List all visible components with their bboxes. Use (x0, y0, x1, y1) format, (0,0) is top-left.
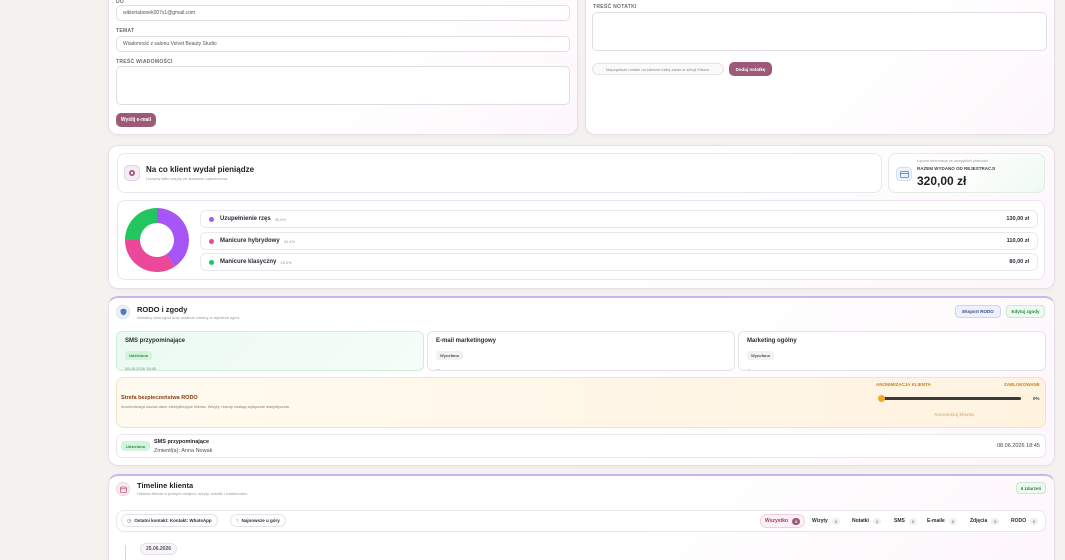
total-hint: Łączne informacje ze wszystkich płatnośc… (917, 159, 989, 163)
total-value: 320,00 zł (917, 174, 967, 188)
history-date: 08.06.2026 18:45 (997, 443, 1040, 449)
note-label: TREŚĆ NOTATKI (593, 4, 637, 10)
history-changed-by: Zmienił(a): Anna Nowak (154, 448, 213, 454)
consent-history-row (116, 434, 1046, 458)
filter-count: 2 (872, 517, 882, 525)
rodo-subtitle: Aktualny stan zgód oraz ostatnie zmiany … (137, 315, 240, 320)
consent-date: — (436, 366, 440, 371)
category-row: Manicure klasyczny 25,0% 80,00 zł (200, 253, 1038, 271)
filter-tab-photos[interactable]: Zdjęcia 0 (970, 514, 1000, 528)
filter-tab-sms[interactable]: SMS 0 (894, 514, 918, 528)
consent-date: — (747, 366, 751, 371)
category-name: Manicure hybrydowy (220, 238, 280, 244)
anon-progress-handle[interactable] (878, 395, 885, 402)
category-amount: 110,00 zł (1006, 238, 1029, 244)
last-contact-label: Ostatni kontakt: Kontakt: WhatsApp (134, 518, 212, 523)
filter-tab-notes[interactable]: Notatki 2 (852, 514, 882, 528)
email-message-textarea[interactable] (116, 66, 570, 105)
timeline-line (125, 545, 126, 560)
timeline-subtitle: Historia klienta w jednym miejscu: wizyt… (137, 491, 248, 496)
anonymize-button[interactable]: Anonimizuj klienta (934, 412, 974, 417)
email-to-field[interactable]: wiktoriabonek007x1@gmail.com (116, 5, 570, 21)
consent-status-badge: Udzielona (125, 351, 152, 360)
spending-title: Na co klient wydał pieniądze (146, 165, 255, 174)
email-message-label: TREŚĆ WIADOMOŚCI (116, 59, 173, 65)
consent-status-badge: Wycofana (436, 351, 463, 360)
total-label: RAZEM WYDANO OD REJESTRACJI (917, 166, 996, 171)
edit-consents-button[interactable]: Edytuj zgody (1006, 305, 1045, 318)
filter-count: 0 (948, 517, 958, 525)
anon-progress-value: 0% (1033, 396, 1040, 401)
filter-tab-rodo[interactable]: RODO 0 (1011, 514, 1039, 528)
consent-status-badge: Wycofana (747, 351, 774, 360)
category-color-dot (209, 259, 214, 265)
card-icon (896, 167, 912, 181)
last-contact-chip: ◷ Ostatni kontakt: Kontakt: WhatsApp (121, 514, 218, 527)
note-hint: Najczęstsze notatki na kliencie trafią z… (592, 63, 724, 75)
history-title: SMS przypominające (154, 439, 210, 445)
anon-progress-track (880, 397, 1021, 400)
consent-card: SMS przypominające Udzielona 08.06.2026 … (116, 331, 424, 371)
filter-label: SMS (894, 518, 905, 524)
note-textarea[interactable] (592, 12, 1047, 51)
category-name: Uzupełnienie rzęs (220, 216, 271, 222)
filter-label: E-maile (927, 518, 945, 524)
spending-donut-chart (125, 208, 189, 272)
email-subject-field[interactable]: Wiadomość z salonu Velvet Beauty Studio (116, 36, 570, 52)
filter-tab-visits[interactable]: Wizyty 4 (812, 514, 841, 528)
filter-tab-all[interactable]: Wszystko 6 (760, 514, 806, 528)
consent-card: E-mail marketingowy Wycofana — (427, 331, 735, 371)
filter-count: 0 (1030, 517, 1039, 525)
filter-label: Wszystko (765, 518, 789, 524)
donut-slice-3 (125, 208, 157, 240)
timeline-date-marker: 25.06.2026 (140, 543, 178, 555)
safety-title: Strefa bezpieczeństwa RODO (121, 395, 198, 401)
filter-label: RODO (1011, 518, 1026, 524)
consent-date: 08.06.2026 18:45 (125, 366, 157, 371)
timeline-count-badge: 6 zdarzeń (1016, 482, 1046, 494)
filter-count: 0 (991, 517, 1000, 525)
send-email-button[interactable]: Wyślij e-mail (116, 113, 156, 127)
category-color-dot (209, 238, 214, 244)
sort-label: Najnowsze u góry (241, 518, 280, 523)
filter-label: Zdjęcia (970, 518, 988, 524)
filter-count: 6 (792, 517, 801, 525)
anon-label: ANONIMIZACJA KLIENTA (876, 382, 931, 387)
email-subject-label: TEMAT (116, 28, 135, 34)
category-color-dot (209, 216, 214, 222)
donut-slice-2 (125, 240, 175, 272)
rodo-title: RODO i zgody (137, 305, 188, 314)
safety-desc: Anonimizacja usuwa dane identyfikujące k… (121, 404, 291, 409)
category-amount: 130,00 zł (1006, 216, 1029, 222)
history-status-badge: Udzielona (121, 441, 150, 451)
clock-icon: ◷ (127, 517, 132, 524)
sort-toggle[interactable]: ↑ Najnowsze u góry (230, 514, 286, 527)
category-row: Uzupełnienie rzęs 40,6% 130,00 zł (200, 210, 1038, 228)
filter-count: 0 (908, 517, 918, 525)
wallet-icon (124, 165, 140, 181)
category-pct: 40,6% (274, 216, 287, 222)
filter-label: Wizyty (812, 518, 828, 524)
consent-title: E-mail marketingowy (436, 338, 497, 344)
filter-count: 4 (831, 517, 841, 525)
blocked-label: ZABLOKOWANE (1004, 382, 1040, 387)
consent-card: Marketing ogólny Wycofana — (738, 331, 1046, 371)
export-rodo-button[interactable]: Eksport RODO (955, 305, 1001, 318)
category-name: Manicure klasyczny (220, 259, 277, 265)
add-note-button[interactable]: Dodaj notatkę (729, 62, 772, 76)
consent-title: SMS przypominające (125, 338, 186, 344)
category-amount: 80,00 zł (1009, 259, 1029, 265)
shield-icon (116, 305, 130, 319)
category-pct: 25,0% (280, 259, 292, 265)
consent-title: Marketing ogólny (747, 338, 797, 344)
timeline-title: Timeline klienta (137, 481, 194, 490)
spending-subtitle: Liczymy tylko wizyty ze statusem zakończ… (146, 176, 229, 181)
filter-label: Notatki (852, 518, 869, 524)
calendar-icon (116, 482, 130, 496)
category-row: Manicure hybrydowy 34,4% 110,00 zł (200, 232, 1038, 250)
filter-tab-emails[interactable]: E-maile 0 (927, 514, 958, 528)
sort-arrow-icon: ↑ (236, 517, 239, 524)
category-pct: 34,4% (283, 238, 296, 244)
